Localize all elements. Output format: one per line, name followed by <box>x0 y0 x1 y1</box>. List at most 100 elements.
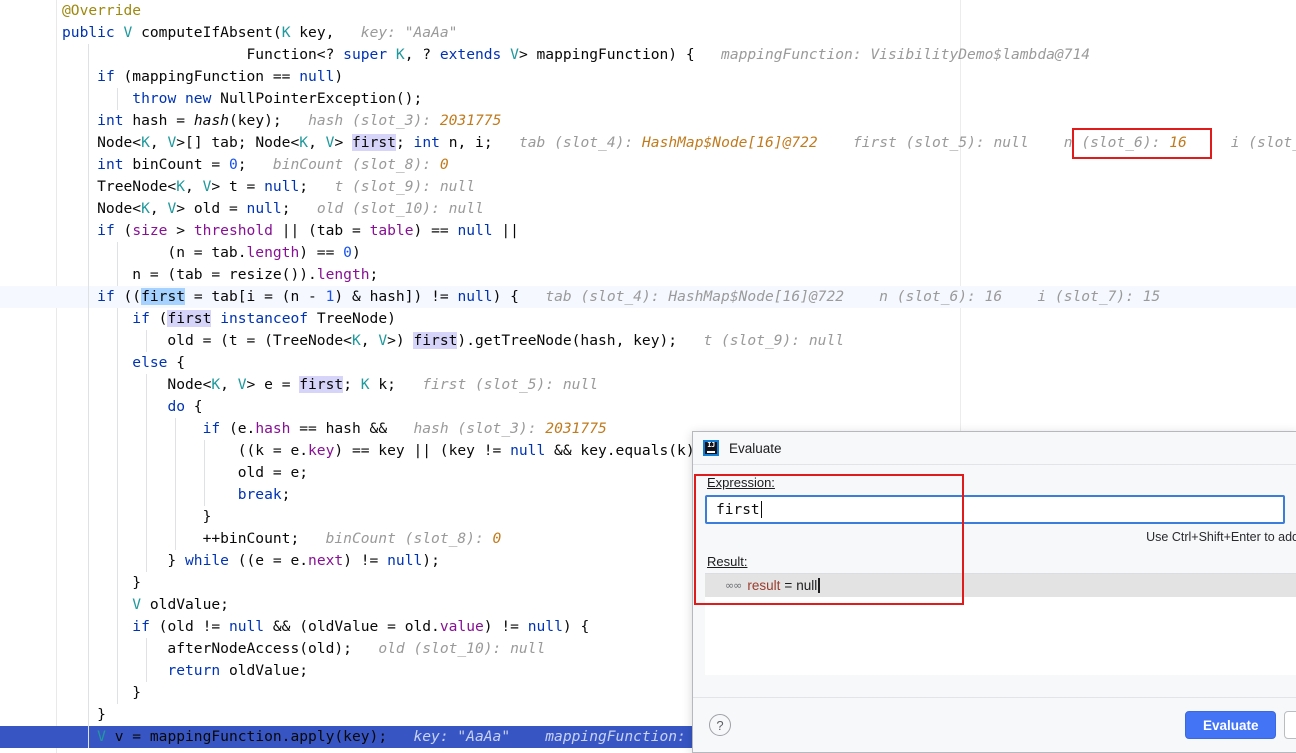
indent-guide <box>117 396 118 418</box>
code-line[interactable]: Function<? super K, ? extends V> mapping… <box>0 44 1296 66</box>
code-token: null <box>299 68 335 85</box>
result-label: Result: <box>693 554 1296 569</box>
code-token: length <box>246 244 300 261</box>
code-line[interactable]: int hash = hash(key); hash (slot_3): 203… <box>0 110 1296 132</box>
code-token: if <box>97 288 124 305</box>
code-token: ; <box>299 178 309 195</box>
code-token: K <box>360 376 379 393</box>
expression-input[interactable]: first <box>705 495 1285 524</box>
code-line[interactable]: throw new NullPointerException(); <box>0 88 1296 110</box>
indent-guide <box>117 528 118 550</box>
inline-debug-hint: i (slot_7): 15 <box>1230 134 1296 151</box>
code-token: return <box>167 662 229 679</box>
inline-debug-hint: t (slot_9): null <box>703 332 845 349</box>
code-token: n, i; <box>448 134 493 151</box>
code-token: null <box>387 552 423 569</box>
indent-guide <box>117 352 118 374</box>
code-line[interactable]: n = (tab = resize()).length; <box>0 264 1296 286</box>
code-token: K <box>141 134 150 151</box>
code-line[interactable]: old = (t = (TreeNode<K, V>) first).getTr… <box>0 330 1296 352</box>
code-token: ; <box>237 156 247 173</box>
code-token: , <box>149 200 168 217</box>
code-token: hash <box>255 420 291 437</box>
code-token: > <box>167 222 194 239</box>
indent-guide <box>88 572 89 594</box>
code-line[interactable]: @Override <box>0 0 1296 22</box>
code-token: hash <box>193 112 229 129</box>
code-token: ).getTreeNode(hash, key); <box>457 332 678 349</box>
result-panel[interactable]: ∞∞ result = null <box>705 573 1296 675</box>
code-token: || (tab = <box>272 222 370 239</box>
code-line[interactable]: (n = tab.length) == 0) <box>0 242 1296 264</box>
inline-debug-hint: 0 <box>492 530 502 547</box>
code-token: > e = <box>246 376 300 393</box>
code-line[interactable]: if (mappingFunction == null) <box>0 66 1296 88</box>
indent-guide <box>146 550 147 572</box>
code-line[interactable]: Node<K, V>[] tab; Node<K, V> first; int … <box>0 132 1296 154</box>
indent-guide <box>146 462 147 484</box>
code-token: old = e; <box>62 464 309 481</box>
code-token: ) != <box>343 552 388 569</box>
code-token: super <box>343 46 396 63</box>
code-token: , <box>185 178 203 195</box>
expression-value: first <box>716 501 760 518</box>
code-line[interactable]: if (size > threshold || (tab = table) ==… <box>0 220 1296 242</box>
result-row[interactable]: ∞∞ result = null <box>705 574 1296 597</box>
code-token: k; <box>378 376 396 393</box>
code-token: while <box>185 552 238 569</box>
code-token: ; <box>281 486 291 503</box>
code-token: } <box>62 706 106 723</box>
close-button[interactable]: Close <box>1284 711 1296 739</box>
code-token: ((k = e. <box>62 442 309 459</box>
code-token: } <box>62 684 142 701</box>
indent-guide <box>117 88 118 110</box>
code-token: >[] tab; Node< <box>176 134 300 151</box>
code-token: ) == <box>413 222 458 239</box>
code-token: null <box>527 618 563 635</box>
execution-line-marker <box>0 726 56 748</box>
indent-guide <box>204 484 205 506</box>
code-token: ; <box>343 376 361 393</box>
code-line[interactable]: do { <box>0 396 1296 418</box>
code-line[interactable]: else { <box>0 352 1296 374</box>
indent-guide <box>88 198 89 220</box>
evaluate-dialog[interactable]: Evaluate Expression: first Use Ctrl+Shif… <box>692 431 1296 753</box>
code-token: ((e = e. <box>237 552 309 569</box>
code-token: size <box>132 222 168 239</box>
indent-guide <box>88 550 89 572</box>
indent-guide <box>88 286 89 308</box>
inline-debug-hint: first (slot_5): null <box>422 376 599 393</box>
indent-guide <box>117 616 118 638</box>
code-token: V <box>510 46 519 63</box>
intellij-idea-icon <box>703 440 719 456</box>
code-line[interactable]: if ((first = tab[i = (n - 1) & hash]) !=… <box>0 286 1296 308</box>
code-token: if <box>132 618 159 635</box>
indent-guide <box>117 462 118 484</box>
code-token: TreeNode) <box>316 310 396 327</box>
code-token: 0 <box>228 156 238 173</box>
code-token: threshold <box>193 222 273 239</box>
code-line[interactable]: Node<K, V> e = first; K k; first (slot_5… <box>0 374 1296 396</box>
code-line[interactable]: public V computeIfAbsent(K key, key: "Aa… <box>0 22 1296 44</box>
code-line[interactable]: Node<K, V> old = null; old (slot_10): nu… <box>0 198 1296 220</box>
code-token: int <box>413 134 449 151</box>
indent-guide <box>117 374 118 396</box>
evaluate-button[interactable]: Evaluate <box>1184 711 1277 739</box>
code-line[interactable]: if (first instanceof TreeNode) <box>0 308 1296 330</box>
code-token: K <box>351 332 361 349</box>
code-token: instanceof <box>220 310 317 327</box>
help-button[interactable]: ? <box>709 714 731 736</box>
indent-guide <box>88 660 89 682</box>
code-line[interactable]: int binCount = 0; binCount (slot_8): 0 <box>0 154 1296 176</box>
inline-debug-hint: old (slot_10): null <box>378 640 546 657</box>
code-line[interactable]: TreeNode<K, V> t = null; t (slot_9): nul… <box>0 176 1296 198</box>
indent-guide <box>88 220 89 242</box>
